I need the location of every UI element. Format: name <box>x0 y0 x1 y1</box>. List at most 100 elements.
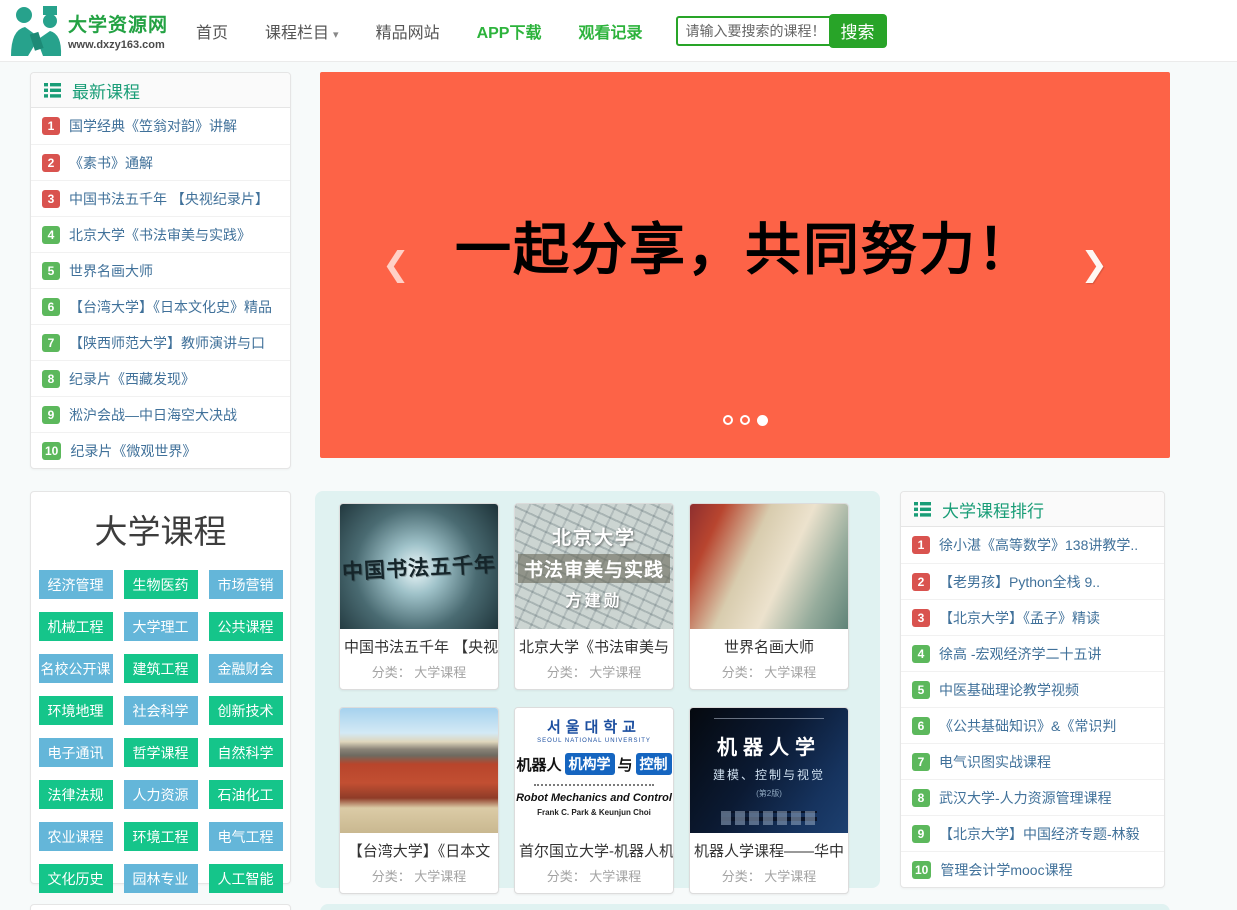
thumbnail-text: SEOUL NATIONAL UNIVERSITY <box>537 738 651 744</box>
course-link: 世界名画大师 <box>69 261 153 281</box>
rank-badge: 9 <box>912 825 930 843</box>
list-item[interactable]: 10 管理会计学mooc课程 <box>901 851 1164 887</box>
list-item[interactable]: 7 电气识图实战课程 <box>901 743 1164 779</box>
carousel-dot[interactable] <box>723 415 733 425</box>
category-tag[interactable]: 园林专业 <box>124 864 198 893</box>
search-button[interactable]: 搜索 <box>829 14 887 48</box>
list-item[interactable]: 8 纪录片《西藏发现》 <box>31 360 290 396</box>
course-thumbnail <box>690 504 848 629</box>
category-tag[interactable]: 公共课程 <box>209 612 283 641</box>
list-item[interactable]: 4 徐高 -宏观经济学二十五讲 <box>901 635 1164 671</box>
rank-badge: 10 <box>912 861 931 879</box>
category-tag[interactable]: 生物医药 <box>124 570 198 599</box>
ranking-list: 1 徐小湛《高等数学》138讲教学.. 2 【老男孩】Python全栈 9.. … <box>901 527 1164 887</box>
course-link: 【北京大学】中国经济专题-林毅 <box>939 824 1140 844</box>
course-link: 纪录片《西藏发现》 <box>69 369 195 389</box>
category-tag[interactable]: 农业课程 <box>39 822 113 851</box>
carousel-dot[interactable] <box>740 415 750 425</box>
next-sidebar-panel <box>30 904 291 910</box>
list-item[interactable]: 5 中医基础理论教学视频 <box>901 671 1164 707</box>
category-tag[interactable]: 人工智能 <box>209 864 283 893</box>
rank-badge: 5 <box>42 262 60 280</box>
thumbnail-text: 方建勋 <box>565 587 622 611</box>
thumbnail-text: 书法审美与实践 <box>518 554 670 583</box>
list-item[interactable]: 7 【陕西师范大学】教师演讲与口 <box>31 324 290 360</box>
thumbnail-text: 北京大学 <box>552 523 636 550</box>
list-icon <box>44 83 61 98</box>
category-tag[interactable]: 名校公开课 <box>39 654 113 683</box>
category-tag[interactable]: 哲学课程 <box>124 738 198 767</box>
category-tag[interactable]: 创新技术 <box>209 696 283 725</box>
nav-featured-sites[interactable]: 精品网站 <box>376 19 440 43</box>
course-card[interactable]: 世界名画大师 分类： 大学课程 <box>689 503 849 690</box>
divider <box>534 784 654 786</box>
list-item[interactable]: 9 【北京大学】中国经济专题-林毅 <box>901 815 1164 851</box>
list-item[interactable]: 3 【北京大学】《孟子》精读 <box>901 599 1164 635</box>
category-tag[interactable]: 建筑工程 <box>124 654 198 683</box>
site-url: www.dxzy163.com <box>68 39 168 51</box>
category-tag[interactable]: 人力资源 <box>124 780 198 809</box>
category-tag[interactable]: 文化历史 <box>39 864 113 893</box>
course-card[interactable]: 北京大学 书法审美与实践 方建勋 北京大学《书法审美与 分类： 大学课程 <box>514 503 674 690</box>
thumbnail-text: Robot Mechanics and Control <box>516 792 672 804</box>
rank-badge: 8 <box>42 370 60 388</box>
nav-app-download[interactable]: APP下载 <box>477 19 542 43</box>
list-item[interactable]: 3 中国书法五千年 【央视纪录片】 <box>31 180 290 216</box>
category-tag[interactable]: 经济管理 <box>39 570 113 599</box>
list-item[interactable]: 1 国学经典《笠翁对韵》讲解 <box>31 108 290 144</box>
list-item[interactable]: 8 武汉大学-人力资源管理课程 <box>901 779 1164 815</box>
category-tag[interactable]: 社会科学 <box>124 696 198 725</box>
rank-badge: 2 <box>912 573 930 591</box>
list-item[interactable]: 5 世界名画大师 <box>31 252 290 288</box>
category-tag[interactable]: 大学理工 <box>124 612 198 641</box>
list-item[interactable]: 10 纪录片《微观世界》 <box>31 432 290 468</box>
list-item[interactable]: 2 《素书》通解 <box>31 144 290 180</box>
nav-watch-history[interactable]: 观看记录 <box>578 19 642 43</box>
categories-title: 大学课程 <box>31 505 290 553</box>
logo[interactable]: 大学资源网 www.dxzy163.com <box>10 6 188 56</box>
course-link: 【台湾大学】《日本文化史》精品 <box>69 297 272 317</box>
category-tag[interactable]: 环境地理 <box>39 696 113 725</box>
carousel-dot[interactable] <box>757 415 768 426</box>
list-item[interactable]: 6 《公共基础知识》&《常识判 <box>901 707 1164 743</box>
latest-courses-list: 1 国学经典《笠翁对韵》讲解 2 《素书》通解 3 中国书法五千年 【央视纪录片… <box>31 108 290 468</box>
category-tag[interactable]: 市场营销 <box>209 570 283 599</box>
course-card[interactable]: 서울대학교 SEOUL NATIONAL UNIVERSITY 机器人 机构学 … <box>514 707 674 894</box>
carousel-prev-icon[interactable]: ❮ <box>382 247 410 280</box>
divider <box>714 718 824 719</box>
course-link: 电气识图实战课程 <box>939 752 1051 772</box>
category-tag[interactable]: 机械工程 <box>39 612 113 641</box>
thumbnail-text: 서울대학교 <box>547 716 641 737</box>
list-item[interactable]: 6 【台湾大学】《日本文化史》精品 <box>31 288 290 324</box>
category-tag[interactable]: 环境工程 <box>124 822 198 851</box>
nav-course-menu[interactable]: 课程栏目▾ <box>265 19 339 43</box>
list-item[interactable]: 4 北京大学《书法审美与实践》 <box>31 216 290 252</box>
course-card[interactable]: 【台湾大学】《日本文 分类： 大学课程 <box>339 707 499 894</box>
thumbnail-author-lines <box>721 811 817 825</box>
rank-badge: 5 <box>912 681 930 699</box>
list-item[interactable]: 1 徐小湛《高等数学》138讲教学.. <box>901 527 1164 563</box>
list-icon <box>914 502 931 517</box>
search-input[interactable] <box>676 16 832 46</box>
course-thumbnail: 서울대학교 SEOUL NATIONAL UNIVERSITY 机器人 机构学 … <box>515 708 673 833</box>
category-tag[interactable]: 电子通讯 <box>39 738 113 767</box>
category-tag[interactable]: 法律法规 <box>39 780 113 809</box>
category-tag[interactable]: 石油化工 <box>209 780 283 809</box>
course-category: 分类： 大学课程 <box>515 863 673 893</box>
rank-badge: 10 <box>42 442 61 460</box>
hero-carousel: 一起分享，共同努力！ ❮ ❯ <box>320 72 1170 458</box>
thumbnail-text: 中国书法五千年 <box>341 547 496 585</box>
nav-course-menu-label: 课程栏目 <box>265 25 329 42</box>
course-card[interactable]: 机器人学 建模、控制与视觉 (第2版) 机器人学课程——华中 分类： 大学课程 <box>689 707 849 894</box>
category-tag[interactable]: 金融财会 <box>209 654 283 683</box>
course-link: 《素书》通解 <box>69 153 153 173</box>
ranking-title: 大学课程排行 <box>942 497 1044 522</box>
category-tag[interactable]: 电气工程 <box>209 822 283 851</box>
list-item[interactable]: 2 【老男孩】Python全栈 9.. <box>901 563 1164 599</box>
category-tag[interactable]: 自然科学 <box>209 738 283 767</box>
nav-home[interactable]: 首页 <box>196 19 228 43</box>
list-item[interactable]: 9 淞沪会战—中日海空大决战 <box>31 396 290 432</box>
course-thumbnail: 中国书法五千年 <box>340 504 498 629</box>
carousel-next-icon[interactable]: ❯ <box>1080 247 1108 280</box>
course-card[interactable]: 中国书法五千年 中国书法五千年 【央视 分类： 大学课程 <box>339 503 499 690</box>
